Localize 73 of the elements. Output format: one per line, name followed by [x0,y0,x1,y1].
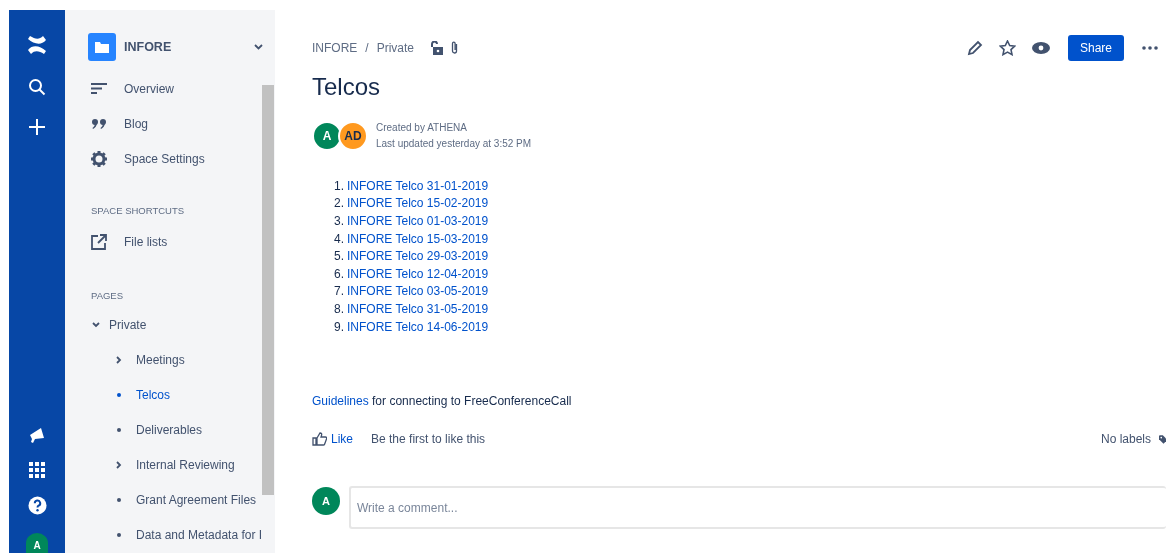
created-by-text: Created by ATHENA [376,120,468,135]
page-link[interactable]: INFORE Telco 31-01-2019 [347,177,489,196]
list-number: 7. [334,283,345,301]
page-tree-item[interactable]: Telcos [136,386,170,404]
page-link[interactable]: INFORE Telco 15-02-2019 [347,195,489,213]
list-number: 6. [334,265,345,283]
breadcrumb-link[interactable]: Private [376,38,415,57]
tag-icon[interactable] [1159,432,1166,446]
avatar[interactable]: AD [338,120,368,151]
sidebar-item[interactable]: File lists [91,224,255,260]
list-number: 3. [334,213,345,230]
search-icon[interactable] [28,78,46,96]
external-link-icon [91,233,107,250]
thumbs-up-icon [312,432,327,447]
sidebar-item[interactable]: Overview [91,71,255,106]
lines-icon [91,83,107,94]
page-tree-item[interactable]: Grant Agreement Files [136,491,257,509]
guidelines-link[interactable]: Guidelines [312,394,369,409]
page-link[interactable]: INFORE Telco 14-06-2019 [347,318,489,337]
page-link[interactable]: INFORE Telco 29-03-2019 [347,248,489,266]
megaphone-icon[interactable] [28,426,46,444]
section-heading: PAGES [91,289,125,304]
pencil-icon[interactable] [966,39,983,56]
logo-icon[interactable] [26,34,48,56]
scrollbar[interactable] [262,85,274,495]
avatar[interactable]: A [312,120,342,151]
like-button[interactable]: Like [312,430,353,449]
eye-icon[interactable] [1031,41,1050,54]
create-icon[interactable] [28,118,46,136]
guidelines-text: Guidelines for connecting to FreeConferenceCall [312,393,573,411]
breadcrumb-separator: / [365,39,369,57]
page-tree-item[interactable]: Private [109,316,147,334]
more-icon[interactable] [1142,45,1158,50]
share-button[interactable]: Share [1067,34,1124,61]
unlocked-icon[interactable] [430,40,444,55]
folder-icon [88,33,116,61]
page-title: Telcos [312,73,382,102]
help-icon[interactable] [27,496,47,515]
chevron-down-icon[interactable] [254,44,263,50]
section-heading: SPACE SHORTCUTS [91,204,186,218]
star-icon[interactable] [998,39,1016,56]
page-tree-item[interactable]: Internal Reviewing [136,456,235,474]
avatar[interactable]: A [26,533,48,553]
chevron-right-icon[interactable] [116,461,122,469]
sidebar-item[interactable]: Blog [91,106,255,141]
page-tree-item[interactable]: Deliverables [136,421,203,439]
breadcrumb-link[interactable]: INFORE [312,38,358,57]
space-name[interactable]: INFORE [124,37,172,57]
page-link[interactable]: INFORE Telco 31-05-2019 [347,300,489,319]
page-link[interactable]: INFORE Telco 15-03-2019 [347,230,489,249]
list-number: 2. [334,195,345,213]
last-updated-text: Last updated yesterday at 3:52 PM [376,136,532,151]
list-number: 5. [334,248,345,266]
chevron-down-icon[interactable] [92,322,100,328]
page-tree-item[interactable]: Meetings [136,351,185,369]
comment-field[interactable]: Write a comment... [349,486,1166,530]
gear-icon [91,150,107,167]
page-link[interactable]: INFORE Telco 12-04-2019 [347,265,489,284]
like-status-text: Be the first to like this [371,431,486,449]
quote-icon [91,118,107,129]
page-tree-item[interactable]: Data and Metadata for I [136,526,263,544]
paperclip-icon[interactable] [451,41,459,54]
list-number: 8. [334,300,345,318]
list-number: 4. [334,230,345,248]
apps-icon[interactable] [29,462,45,478]
page-link[interactable]: INFORE Telco 03-05-2019 [347,283,489,301]
list-number: 1. [334,177,345,195]
page-link[interactable]: INFORE Telco 01-03-2019 [347,213,489,231]
labels-text: No labels [1100,431,1151,449]
chevron-right-icon[interactable] [116,356,122,364]
list-number: 9. [334,318,345,336]
sidebar-item[interactable]: Space Settings [91,141,255,176]
avatar: A [312,487,340,516]
